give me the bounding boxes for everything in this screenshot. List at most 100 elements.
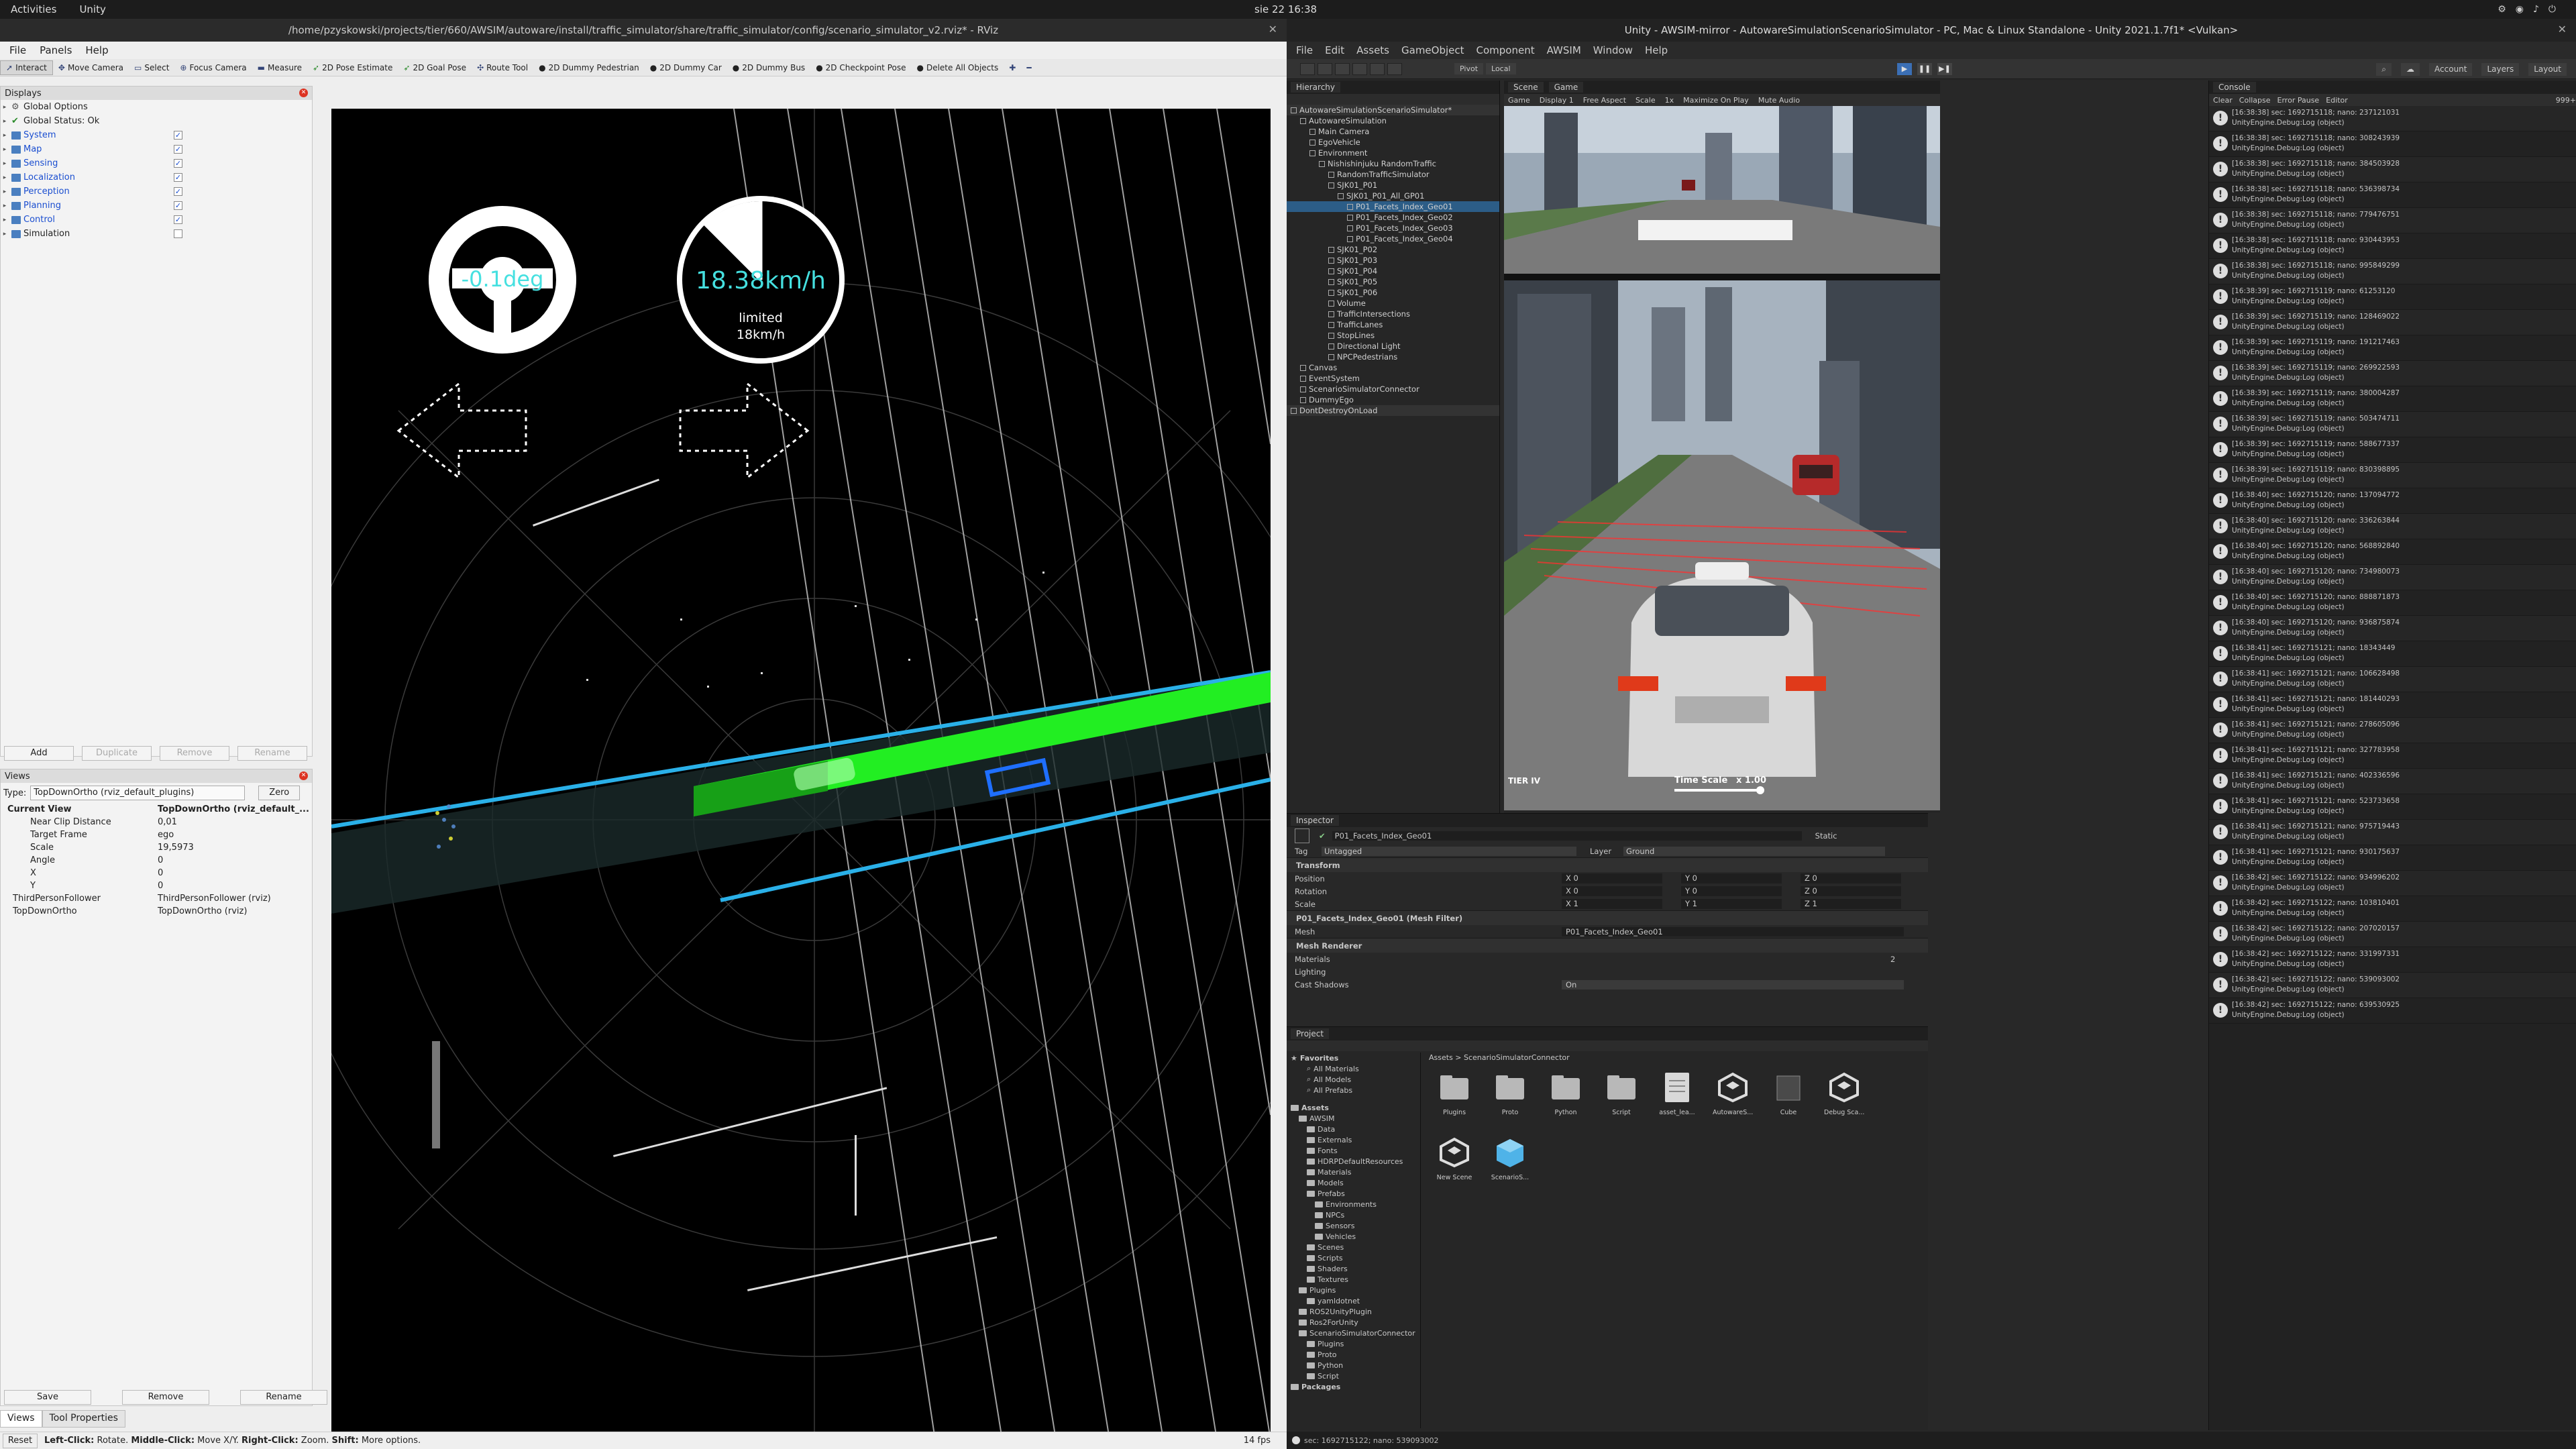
log-entry[interactable]: ! [16:38:41] sec: 1692715121; nano: 27860… [2209, 718, 2576, 743]
project-folder[interactable]: ScenarioSimulatorConnector [1287, 1328, 1420, 1338]
project-folder[interactable]: AWSIM [1287, 1113, 1420, 1124]
project-folder[interactable]: Sensors [1287, 1220, 1420, 1231]
log-entry[interactable]: ! [16:38:42] sec: 1692715122; nano: 53909… [2209, 973, 2576, 998]
view-property-row[interactable]: Y0 [1, 879, 312, 892]
save-view-button[interactable]: Save [4, 1390, 91, 1405]
asset-item[interactable]: Cube [1771, 1071, 1806, 1116]
project-folder[interactable]: Data [1287, 1124, 1420, 1134]
project-folder[interactable]: Proto [1287, 1349, 1420, 1360]
expand-arrow-icon[interactable]: ▸ [1, 203, 9, 209]
log-entry[interactable]: ! [16:38:40] sec: 1692715120; nano: 33626… [2209, 514, 2576, 539]
project-folder[interactable]: NPCs [1287, 1210, 1420, 1220]
asset-item[interactable]: Script [1604, 1071, 1639, 1116]
add-display-button[interactable]: Add [4, 746, 74, 761]
hierarchy-item[interactable]: EventSystem [1287, 373, 1499, 384]
hierarchy-search[interactable] [1287, 94, 1499, 105]
display-checkbox[interactable]: ✓ [174, 173, 182, 182]
menu-awsim[interactable]: AWSIM [1547, 44, 1581, 56]
materials-row[interactable]: Materials 2 [1287, 953, 1928, 965]
mesh-renderer-component[interactable]: Mesh Renderer [1287, 938, 1928, 953]
tab-tool-properties[interactable]: Tool Properties [42, 1410, 125, 1428]
hierarchy-item[interactable]: SJK01_P05 [1287, 276, 1499, 287]
status-message[interactable]: sec: 1692715122; nano: 539093002 [1304, 1436, 1439, 1445]
hierarchy-item[interactable]: TrafficLanes [1287, 319, 1499, 330]
hierarchy-item[interactable]: TrafficIntersections [1287, 309, 1499, 319]
cast-shadows-dropdown[interactable]: On [1562, 979, 1904, 989]
rename-view-button[interactable]: Rename [240, 1390, 327, 1405]
hierarchy-item[interactable]: SJK01_P01_All_GP01 [1287, 191, 1499, 201]
asset-item[interactable]: Debug Sca... [1824, 1071, 1864, 1116]
asset-item[interactable]: Python [1548, 1071, 1583, 1116]
hierarchy-item[interactable]: RandomTrafficSimulator [1287, 169, 1499, 180]
rviz-3d-viewport[interactable]: -0.1deg 18.38km/h limited 18km/h [331, 109, 1271, 1440]
tab-inspector[interactable]: Inspector [1291, 815, 1339, 826]
project-folder[interactable]: yamldotnet [1287, 1295, 1420, 1306]
log-entry[interactable]: ! [16:38:38] sec: 1692715118; nano: 77947… [2209, 208, 2576, 233]
project-folder[interactable]: Assets [1287, 1102, 1420, 1113]
tab-scene[interactable]: Scene [1508, 82, 1544, 93]
tab-views[interactable]: Views [0, 1410, 42, 1428]
log-entry[interactable]: ! [16:38:42] sec: 1692715122; nano: 20702… [2209, 922, 2576, 947]
move-tool-icon[interactable] [1318, 63, 1332, 75]
expand-arrow-icon[interactable]: ▸ [1, 118, 9, 125]
log-entry[interactable]: ! [16:38:41] sec: 1692715121; nano: 97571… [2209, 820, 2576, 845]
log-entry[interactable]: ! [16:38:38] sec: 1692715118; nano: 38450… [2209, 157, 2576, 182]
hierarchy-item[interactable]: DummyEgo [1287, 394, 1499, 405]
project-folder[interactable]: Packages [1287, 1381, 1420, 1392]
menu-file[interactable]: File [9, 44, 26, 56]
project-folder[interactable]: Models [1287, 1177, 1420, 1188]
log-entry[interactable]: ! [16:38:38] sec: 1692715118; nano: 93044… [2209, 233, 2576, 259]
log-entry[interactable]: ! [16:38:39] sec: 1692715119; nano: 19121… [2209, 335, 2576, 361]
log-entry[interactable]: ! [16:38:41] sec: 1692715121; nano: 52373… [2209, 794, 2576, 820]
position-x[interactable]: X 0 [1562, 873, 1662, 883]
project-folder[interactable]: Scenes [1287, 1242, 1420, 1252]
tool-select[interactable]: ▭ Select [129, 60, 174, 75]
scale-tool-icon[interactable] [1352, 63, 1367, 75]
asset-item[interactable]: AutowareS... [1713, 1071, 1753, 1116]
tool-dummy-car[interactable]: ● 2D Dummy Car [645, 60, 727, 75]
asset-breadcrumb[interactable]: Assets > ScenarioSimulatorConnector [1424, 1051, 1928, 1063]
favorite-item[interactable]: ⌕ All Prefabs [1287, 1085, 1420, 1095]
close-icon[interactable]: ✕ [2558, 23, 2567, 36]
remove-view-button[interactable]: Remove [122, 1390, 209, 1405]
hierarchy-item[interactable]: EgoVehicle [1287, 137, 1499, 148]
log-entry[interactable]: ! [16:38:41] sec: 1692715121; nano: 18144… [2209, 692, 2576, 718]
log-entry[interactable]: ! [16:38:41] sec: 1692715121; nano: 10662… [2209, 667, 2576, 692]
tool-dummy-bus[interactable]: ● 2D Dummy Bus [727, 60, 810, 75]
aspect-dropdown[interactable]: Free Aspect [1583, 96, 1626, 105]
view-property-row[interactable]: Target Frame ego [1, 828, 312, 841]
asset-item[interactable]: Proto [1493, 1071, 1527, 1116]
mesh-field[interactable]: P01_Facets_Index_Geo01 [1562, 926, 1904, 936]
log-entry[interactable]: ! [16:38:40] sec: 1692715120; nano: 88887… [2209, 590, 2576, 616]
hand-tool-icon[interactable] [1300, 63, 1315, 75]
hierarchy-item[interactable]: ScenarioSimulatorConnector [1287, 384, 1499, 394]
display-item[interactable]: ▸ Control ✓ [1, 213, 312, 227]
tool-dummy-pedestrian[interactable]: ● 2D Dummy Pedestrian [533, 60, 645, 75]
display-item[interactable]: ▸ Localization ✓ [1, 170, 312, 184]
favorite-item[interactable]: ★ Favorites [1287, 1053, 1420, 1063]
add-tool-button[interactable]: ✚ [1004, 60, 1021, 75]
log-entry[interactable]: ! [16:38:42] sec: 1692715122; nano: 10381… [2209, 896, 2576, 922]
position-y[interactable]: Y 0 [1681, 873, 1782, 883]
hierarchy-item[interactable]: Volume [1287, 298, 1499, 309]
log-entry[interactable]: ! [16:38:39] sec: 1692715119; nano: 50347… [2209, 412, 2576, 437]
log-entry[interactable]: ! [16:38:39] sec: 1692715119; nano: 26992… [2209, 361, 2576, 386]
hierarchy-item[interactable]: P01_Facets_Index_Geo01 [1287, 201, 1499, 212]
log-count-badge[interactable]: 999+ [2556, 96, 2576, 105]
app-menu[interactable]: Unity [79, 3, 105, 15]
hierarchy-item[interactable]: SJK01_P04 [1287, 266, 1499, 276]
display-item[interactable]: ▸ ⚙ Global Options [1, 100, 312, 114]
project-folder[interactable]: Plugins [1287, 1285, 1420, 1295]
project-folder[interactable]: Externals [1287, 1134, 1420, 1145]
expand-arrow-icon[interactable]: ▸ [1, 160, 9, 167]
hierarchy-item[interactable]: SJK01_P02 [1287, 244, 1499, 255]
display-dropdown[interactable]: Display 1 [1540, 96, 1574, 105]
tool-2d-goal-pose[interactable]: ➶ 2D Goal Pose [398, 60, 472, 75]
expand-arrow-icon[interactable]: ▸ [1, 146, 9, 153]
zero-button[interactable]: Zero [258, 786, 301, 800]
maximize-on-play-toggle[interactable]: Maximize On Play [1683, 96, 1749, 105]
hierarchy-item[interactable]: SJK01_P01 [1287, 180, 1499, 191]
tab-hierarchy[interactable]: Hierarchy [1291, 82, 1341, 93]
system-tray-icons[interactable]: ⚙◉♪⏻ [2498, 0, 2565, 19]
display-checkbox[interactable] [174, 229, 182, 238]
